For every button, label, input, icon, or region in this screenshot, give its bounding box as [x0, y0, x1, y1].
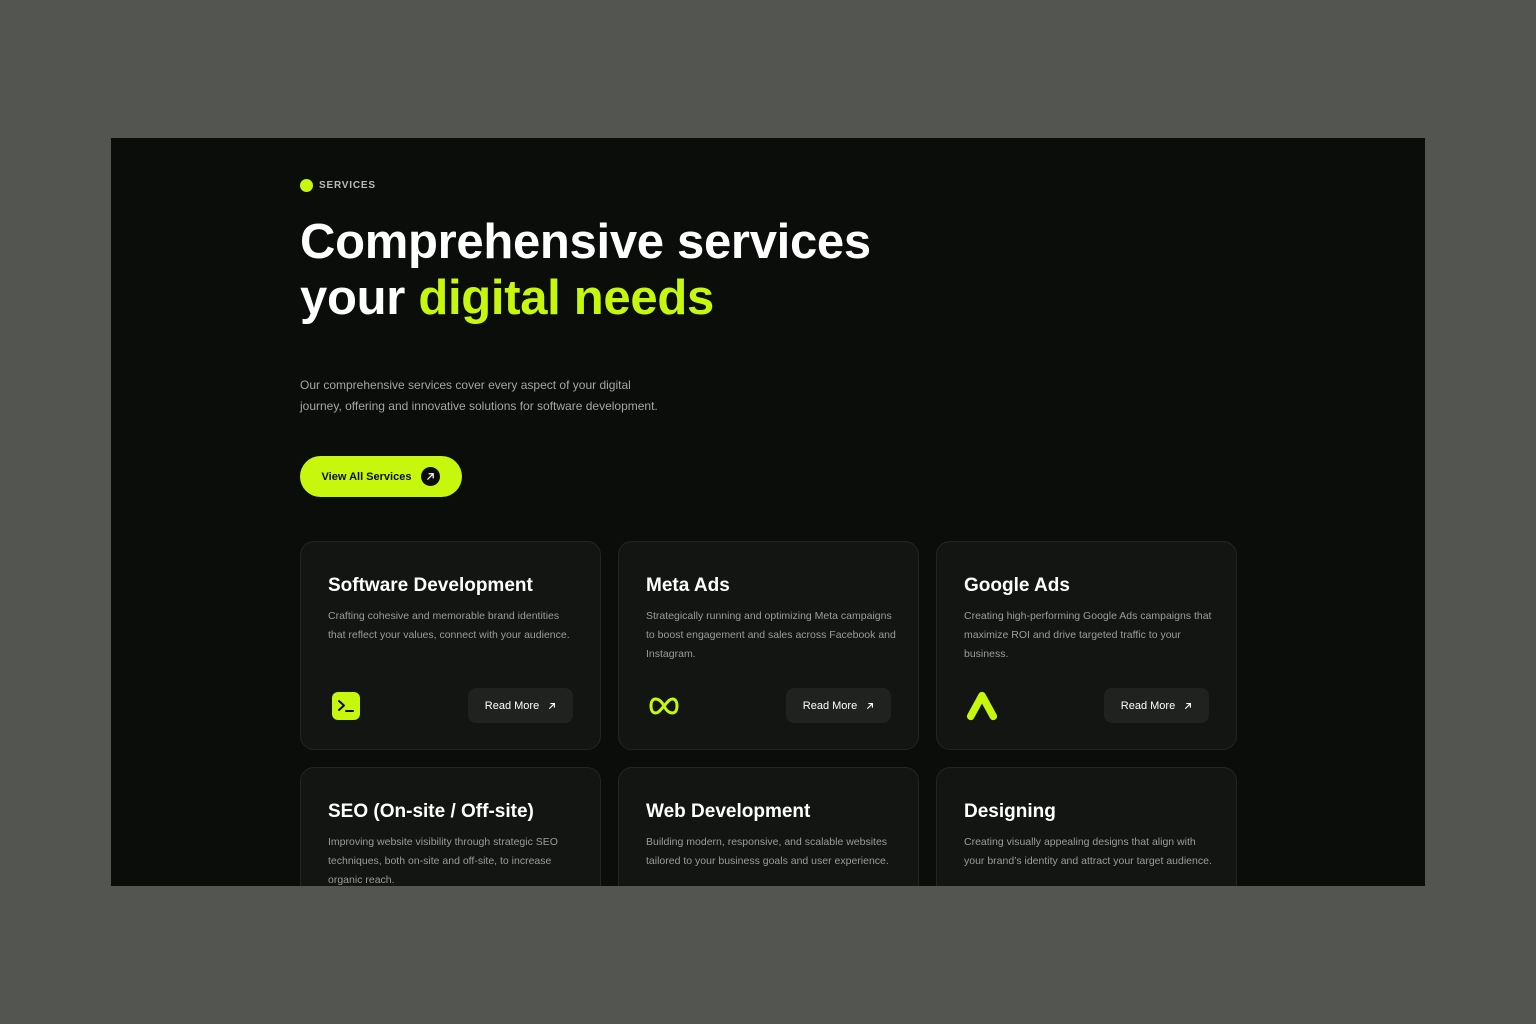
- arrow-up-right-icon: [421, 467, 441, 486]
- arrow-up-right-icon: [866, 702, 874, 710]
- service-card-meta-ads: Meta Ads Strategically running and optim…: [618, 541, 919, 750]
- service-card-designing: Designing Creating visually appealing de…: [936, 767, 1237, 886]
- services-grid: Software Development Crafting cohesive a…: [300, 541, 1237, 886]
- service-card-seo: SEO (On-site / Off-site) Improving websi…: [300, 767, 601, 886]
- read-more-button[interactable]: Read More: [1104, 688, 1209, 723]
- meta-infinity-icon: [648, 690, 680, 722]
- section-intro: Our comprehensive services cover every a…: [300, 378, 658, 413]
- headline-line-2-plain: your: [300, 271, 405, 325]
- read-more-button[interactable]: Read More: [786, 688, 891, 723]
- view-all-services-button[interactable]: View All Services: [300, 456, 462, 497]
- service-card-web-development: Web Development Building modern, respons…: [618, 767, 919, 886]
- service-description: Creating visually appealing designs that…: [964, 836, 1212, 867]
- section-eyebrow: SERVICES: [300, 179, 376, 192]
- service-description: Creating high-performing Google Ads camp…: [964, 610, 1212, 660]
- arrow-up-right-icon: [1184, 702, 1192, 710]
- headline-line-2-accent: digital needs: [418, 271, 714, 325]
- eyebrow-dot-icon: [300, 179, 313, 192]
- service-description: Building modern, responsive, and scalabl…: [646, 836, 889, 867]
- view-all-services-label: View All Services: [321, 470, 412, 483]
- read-more-button[interactable]: Read More: [468, 688, 573, 723]
- service-title: Web Development: [646, 801, 811, 822]
- read-more-label: Read More: [484, 699, 540, 712]
- read-more-label: Read More: [1120, 699, 1176, 712]
- section-headline: Comprehensive services your digital need…: [300, 214, 871, 326]
- service-card-google-ads: Google Ads Creating high-performing Goog…: [936, 541, 1237, 750]
- service-description: Crafting cohesive and memorable brand id…: [328, 610, 570, 641]
- service-title: Designing: [964, 801, 1056, 822]
- terminal-icon: [330, 690, 362, 722]
- page-frame: SERVICES Comprehensive services your dig…: [111, 138, 1425, 886]
- google-ads-icon: [966, 690, 998, 722]
- service-description: Strategically running and optimizing Met…: [646, 610, 896, 660]
- read-more-label: Read More: [802, 699, 858, 712]
- arrow-up-right-icon: [548, 702, 556, 710]
- service-title: Meta Ads: [646, 575, 730, 596]
- service-card-software-development: Software Development Crafting cohesive a…: [300, 541, 601, 750]
- headline-line-1: Comprehensive services: [300, 215, 871, 269]
- service-title: Software Development: [328, 575, 533, 596]
- eyebrow-label: SERVICES: [319, 180, 376, 191]
- service-title: Google Ads: [964, 575, 1070, 596]
- service-description: Improving website visibility through str…: [328, 836, 558, 886]
- service-title: SEO (On-site / Off-site): [328, 801, 534, 822]
